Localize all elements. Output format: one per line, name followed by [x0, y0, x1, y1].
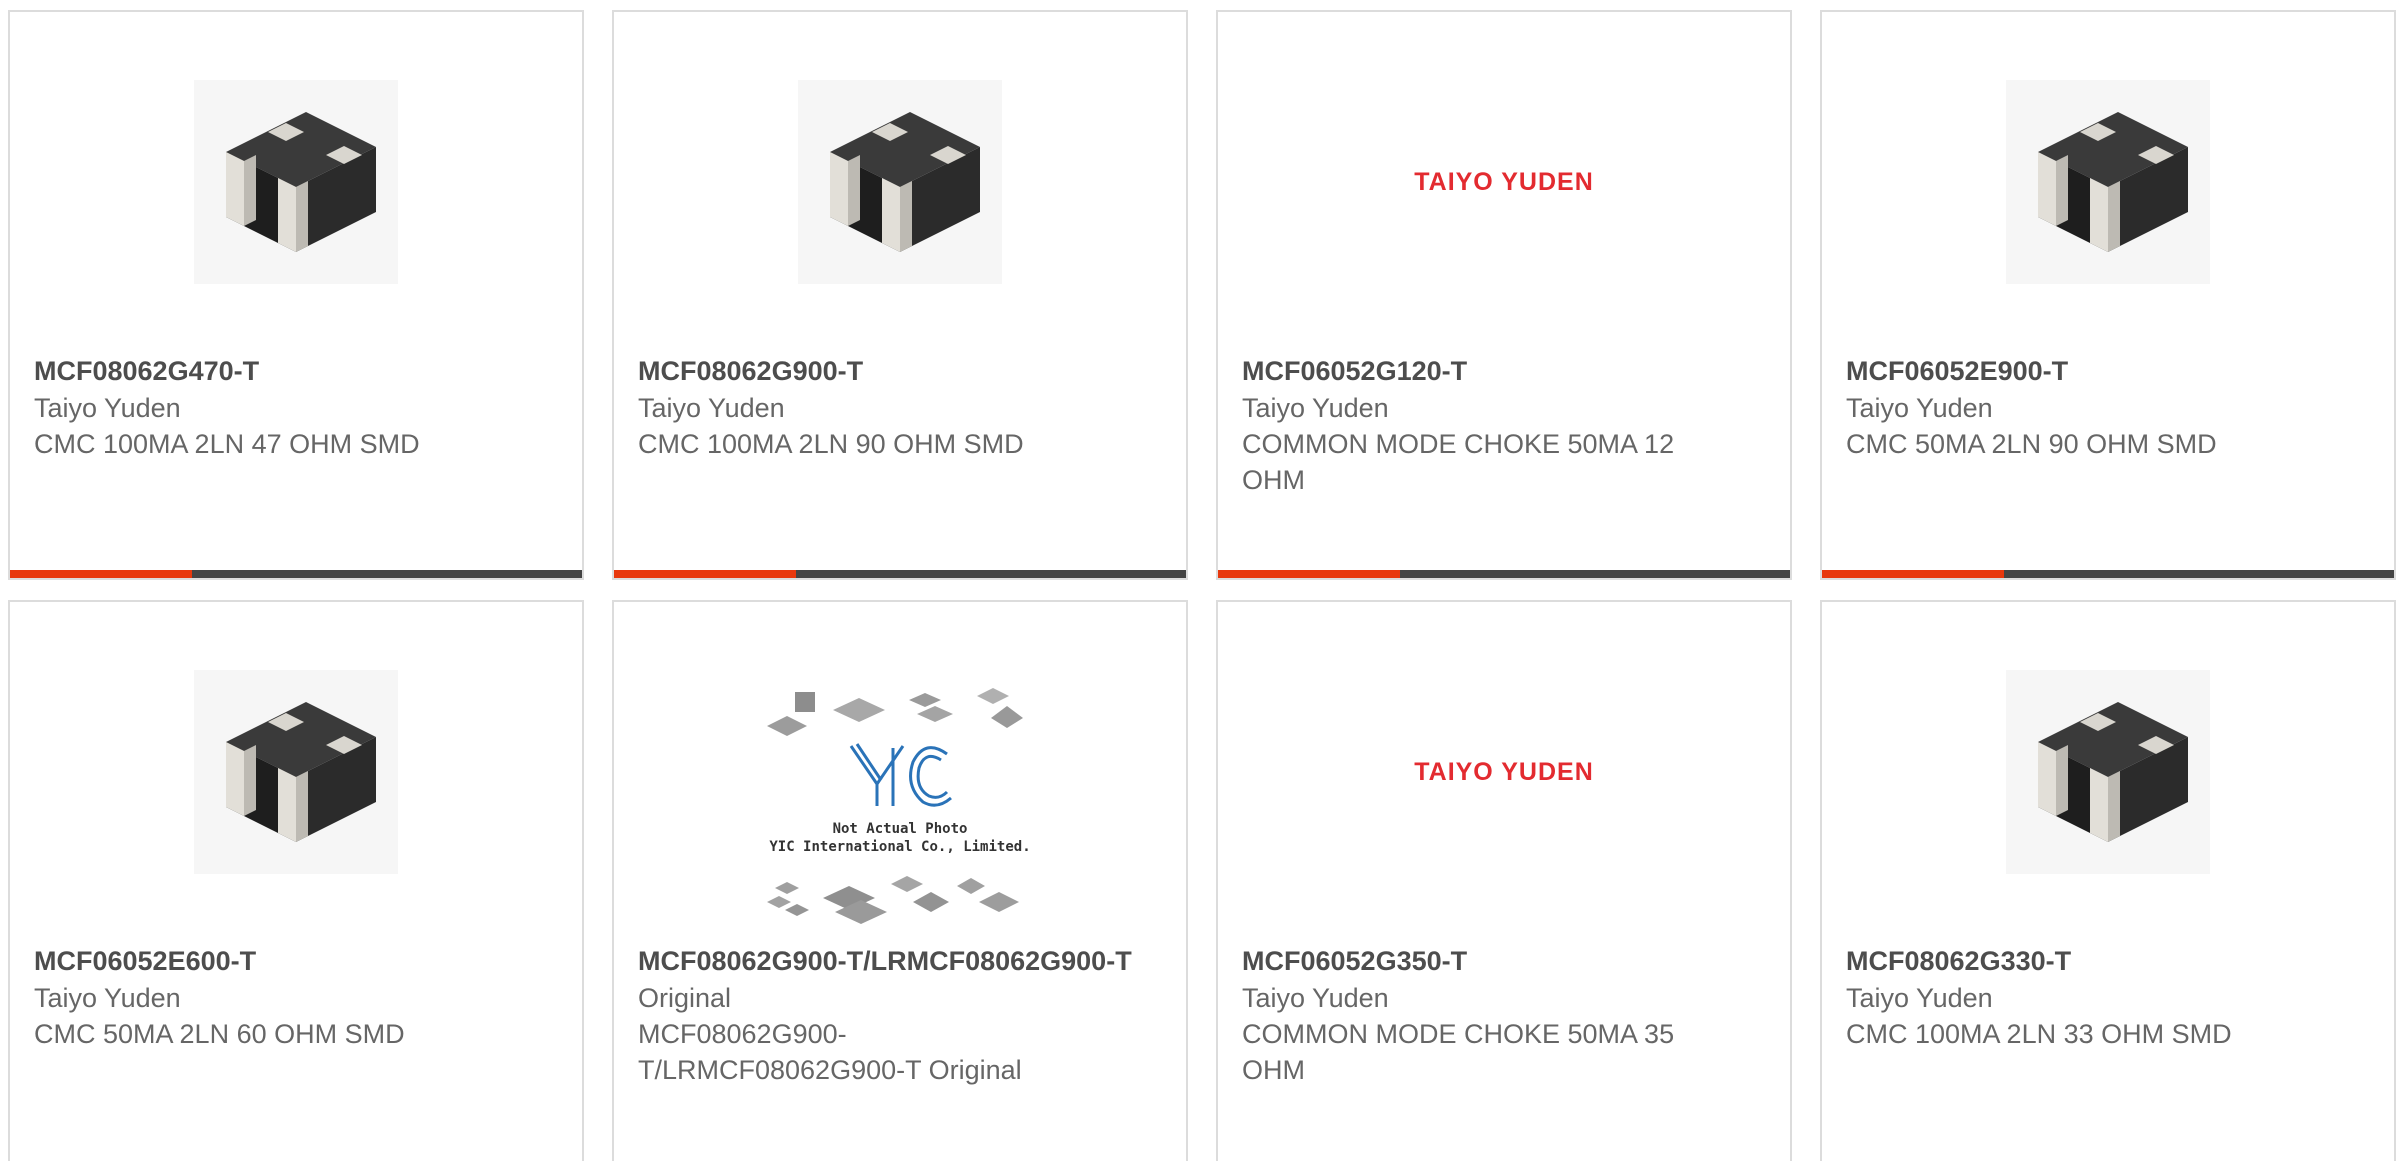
product-card[interactable]: MCF06052E900-T Taiyo Yuden CMC 50MA 2LN … — [1820, 10, 2396, 580]
placeholder-caption: YIC International Co., Limited. — [769, 839, 1031, 855]
chip-photo — [194, 80, 398, 284]
product-card[interactable]: MCF08062G470-T Taiyo Yuden CMC 100MA 2LN… — [8, 10, 584, 580]
manufacturer: Taiyo Yuden — [1846, 983, 1993, 1013]
description: COMMON MODE CHOKE 50MA 35 OHM — [1242, 1019, 1675, 1085]
part-number-link[interactable]: MCF06052G350-T — [1242, 942, 1770, 980]
manufacturer: Taiyo Yuden — [1846, 393, 1993, 423]
chip-photo — [2006, 670, 2210, 874]
accent-bar — [1218, 570, 1400, 578]
brand-logo: TAIYO YUDEN — [1414, 167, 1594, 196]
brand-logo: TAIYO YUDEN — [1414, 757, 1594, 786]
card-footer-bar — [1822, 570, 2394, 578]
manufacturer: Taiyo Yuden — [34, 983, 181, 1013]
product-image[interactable] — [1822, 670, 2394, 874]
product-card[interactable]: Not Actual Photo YIC International Co., … — [612, 600, 1188, 1161]
product-image[interactable]: Not Actual Photo YIC International Co., … — [614, 688, 1186, 928]
description: CMC 100MA 2LN 33 OHM SMD — [1846, 1019, 2232, 1049]
part-number-link[interactable]: MCF08062G330-T — [1846, 942, 2374, 980]
chip-photo — [798, 80, 1002, 284]
product-image[interactable]: TAIYO YUDEN — [1218, 670, 1790, 874]
product-card[interactable]: MCF06052E600-T Taiyo Yuden CMC 50MA 2LN … — [8, 600, 584, 1161]
part-number-link[interactable]: MCF08062G900-T/LRMCF08062G900-T — [638, 942, 1166, 980]
product-grid: MCF08062G470-T Taiyo Yuden CMC 100MA 2LN… — [0, 0, 2400, 1161]
accent-bar — [10, 570, 192, 578]
part-number-link[interactable]: MCF06052G120-T — [1242, 352, 1770, 390]
chip-photo — [2006, 80, 2210, 284]
part-number-link[interactable]: MCF06052E600-T — [34, 942, 562, 980]
card-footer-bar — [614, 570, 1186, 578]
accent-bar — [1822, 570, 2004, 578]
accent-bar — [614, 570, 796, 578]
description: MCF08062G900-T/LRMCF08062G900-T Original — [638, 1019, 1022, 1085]
manufacturer: Taiyo Yuden — [1242, 983, 1389, 1013]
description: CMC 50MA 2LN 60 OHM SMD — [34, 1019, 405, 1049]
product-card[interactable]: TAIYO YUDEN MCF06052G120-T Taiyo Yuden C… — [1216, 10, 1792, 580]
product-image[interactable] — [1822, 80, 2394, 284]
product-image[interactable] — [10, 670, 582, 874]
product-card[interactable]: MCF08062G900-T Taiyo Yuden CMC 100MA 2LN… — [612, 10, 1188, 580]
product-card[interactable]: TAIYO YUDEN MCF06052G350-T Taiyo Yuden C… — [1216, 600, 1792, 1161]
manufacturer: Taiyo Yuden — [34, 393, 181, 423]
product-image[interactable]: TAIYO YUDEN — [1218, 80, 1790, 284]
part-number-link[interactable]: MCF08062G470-T — [34, 352, 562, 390]
description: CMC 50MA 2LN 90 OHM SMD — [1846, 429, 2217, 459]
placeholder-caption: Not Actual Photo — [832, 821, 968, 837]
manufacturer: Taiyo Yuden — [1242, 393, 1389, 423]
description: CMC 100MA 2LN 90 OHM SMD — [638, 429, 1024, 459]
card-footer-bar — [10, 570, 582, 578]
part-number-link[interactable]: MCF06052E900-T — [1846, 352, 2374, 390]
product-image[interactable] — [614, 80, 1186, 284]
manufacturer: Taiyo Yuden — [638, 393, 785, 423]
product-card[interactable]: MCF08062G330-T Taiyo Yuden CMC 100MA 2LN… — [1820, 600, 2396, 1161]
placeholder-photo: Not Actual Photo YIC International Co., … — [765, 688, 1035, 928]
description: COMMON MODE CHOKE 50MA 12 OHM — [1242, 429, 1675, 495]
card-footer-bar — [1218, 570, 1790, 578]
chip-photo — [194, 670, 398, 874]
product-image[interactable] — [10, 80, 582, 284]
part-number-link[interactable]: MCF08062G900-T — [638, 352, 1166, 390]
manufacturer: Original — [638, 983, 732, 1013]
description: CMC 100MA 2LN 47 OHM SMD — [34, 429, 420, 459]
